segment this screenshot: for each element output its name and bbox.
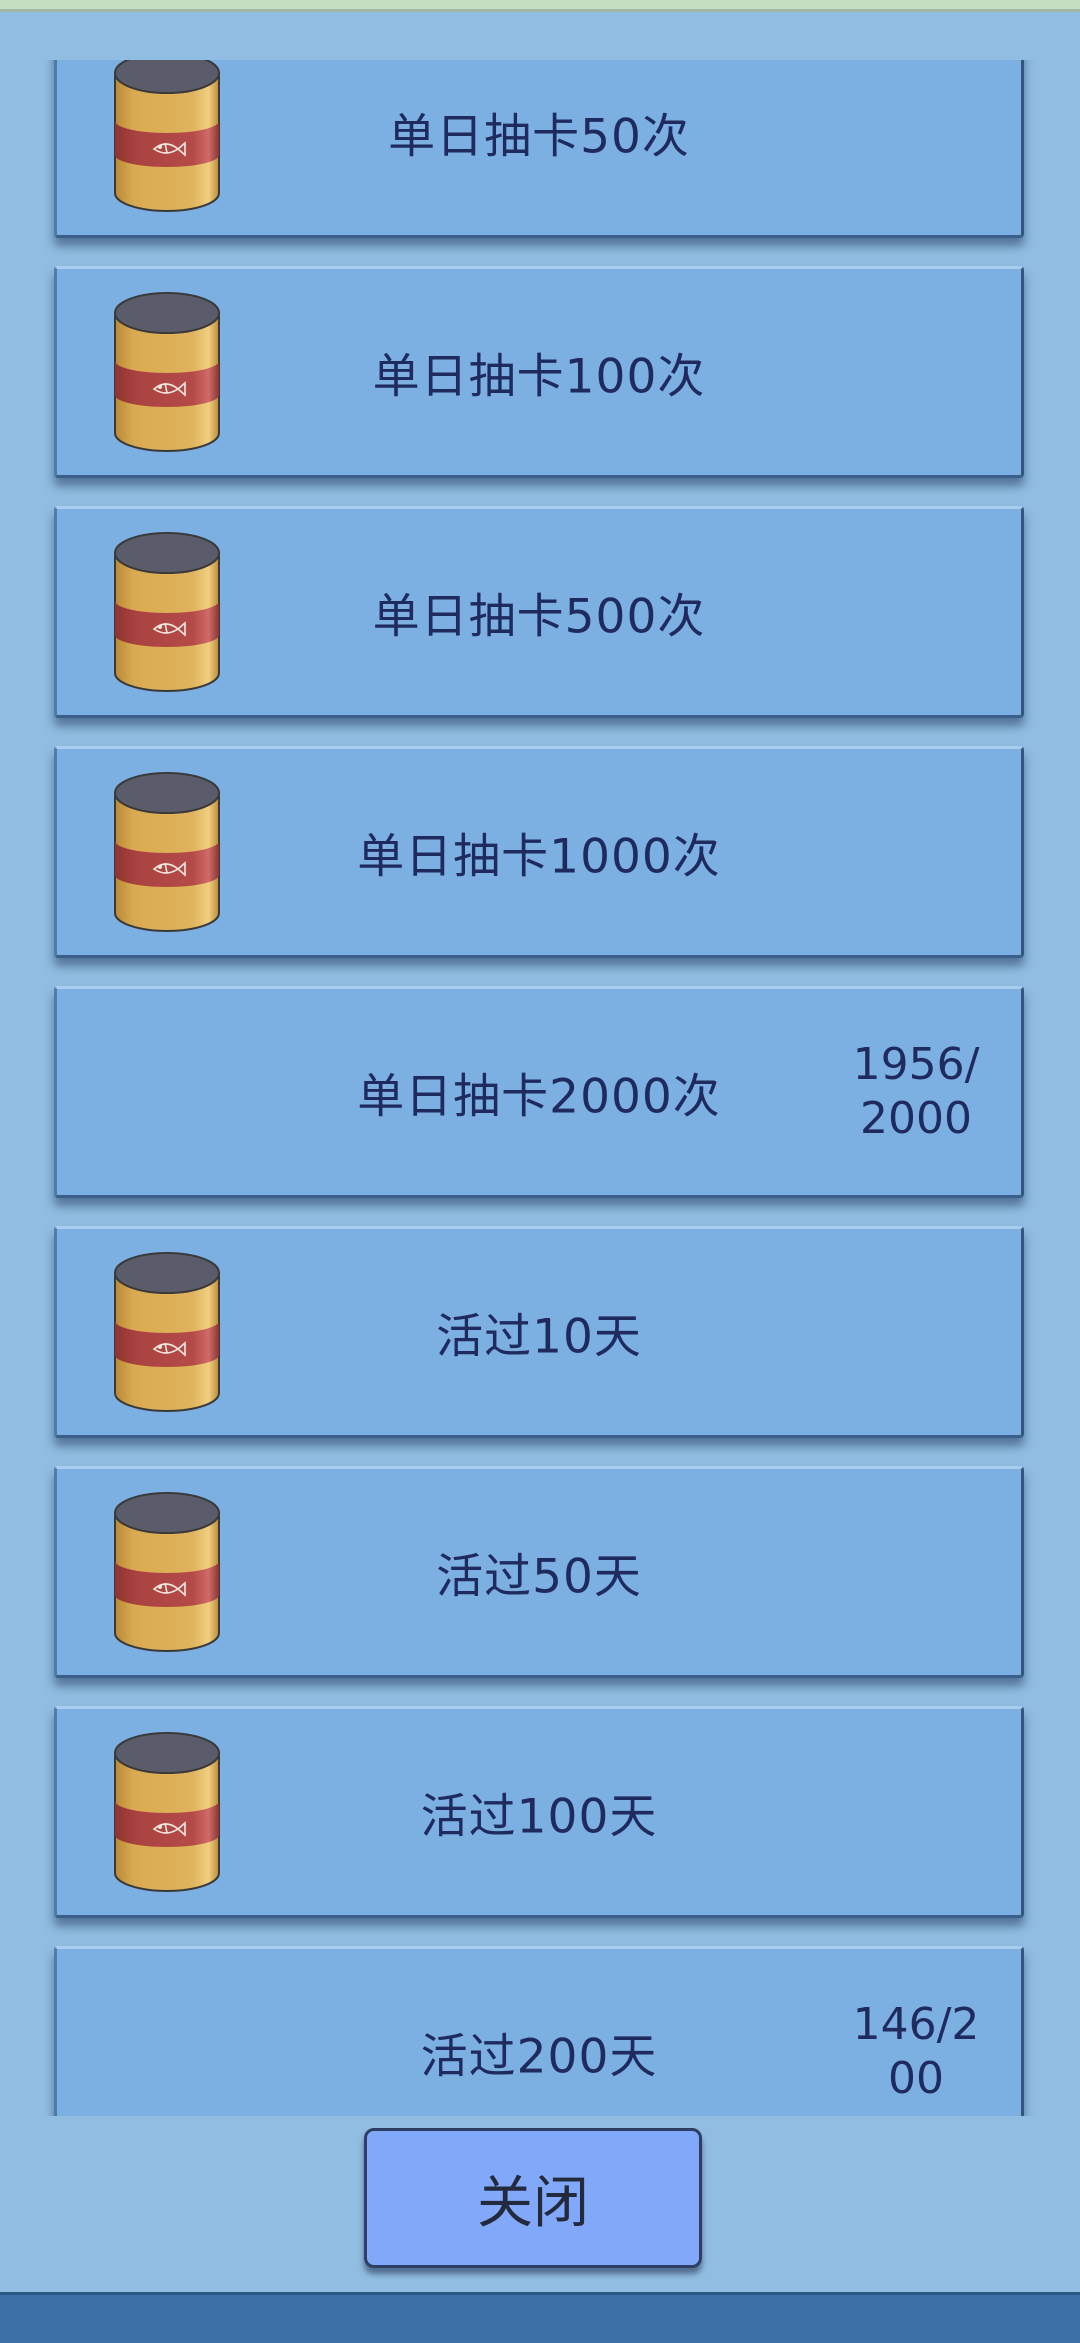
achievement-title: 活过100天 <box>420 1789 658 1845</box>
close-button[interactable]: 关闭 <box>364 2128 702 2268</box>
achievement-list[interactable]: 单日抽卡50次 单日抽卡100次 单日抽卡500次 单日抽卡1000次 单日抽卡… <box>0 60 1080 2116</box>
achievement-card[interactable]: 单日抽卡50次 <box>54 60 1024 238</box>
achievement-title: 活过50天 <box>436 1549 642 1605</box>
bottom-edge-strip <box>0 2292 1080 2343</box>
achievement-card[interactable]: 单日抽卡500次 <box>54 506 1024 718</box>
achievement-card[interactable]: 活过100天 <box>54 1706 1024 1918</box>
achievement-title: 单日抽卡100次 <box>372 349 706 405</box>
achievement-card[interactable]: 单日抽卡2000次 1956/2000 <box>54 986 1024 1198</box>
achievement-card[interactable]: 单日抽卡100次 <box>54 266 1024 478</box>
achievements-panel: 单日抽卡50次 单日抽卡100次 单日抽卡500次 单日抽卡1000次 单日抽卡… <box>0 12 1080 2290</box>
achievement-title: 单日抽卡500次 <box>372 589 706 645</box>
achievement-card[interactable]: 活过10天 <box>54 1226 1024 1438</box>
achievement-card[interactable]: 单日抽卡1000次 <box>54 746 1024 958</box>
achievement-progress: 146/200 <box>852 1999 980 2104</box>
achievement-progress: 1956/2000 <box>852 1039 980 1144</box>
achievement-title: 活过10天 <box>436 1309 642 1365</box>
achievement-card[interactable]: 活过200天 146/200 <box>54 1946 1024 2116</box>
top-edge-strip <box>0 0 1080 12</box>
achievement-card[interactable]: 活过50天 <box>54 1466 1024 1678</box>
achievement-title: 单日抽卡50次 <box>388 109 690 165</box>
achievement-title: 单日抽卡1000次 <box>357 829 721 885</box>
